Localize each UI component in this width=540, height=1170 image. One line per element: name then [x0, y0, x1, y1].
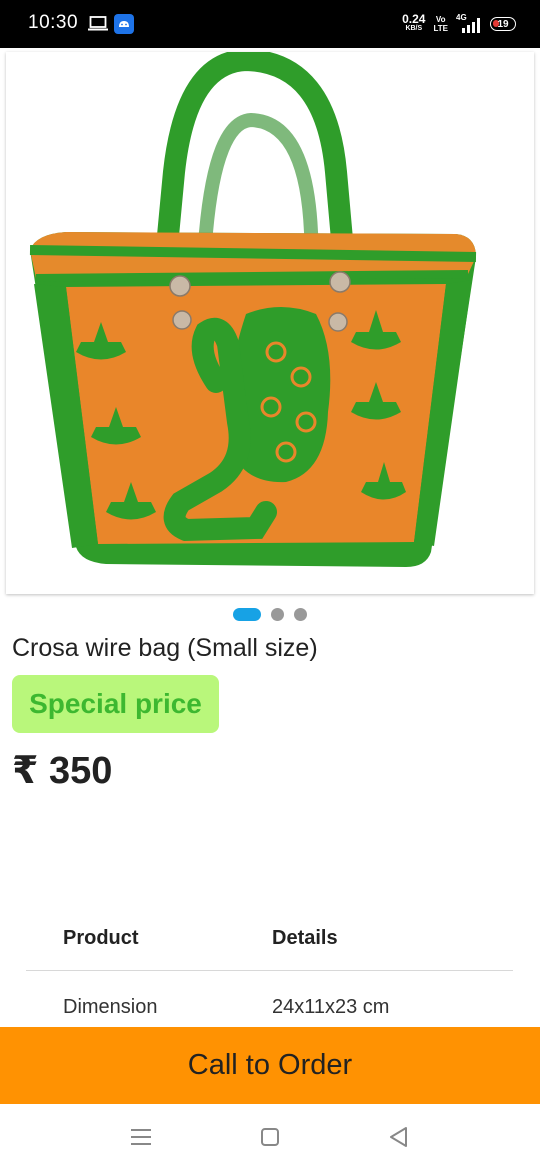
status-bar: 10:30 0.24 KB/S Vo LTE 4G 19: [0, 0, 540, 48]
header-details: Details: [272, 926, 338, 949]
laptop-icon: [88, 16, 108, 31]
details-header: Product Details: [26, 906, 513, 971]
back-icon[interactable]: [388, 1126, 408, 1148]
row-label: Dimension: [63, 995, 158, 1018]
status-indicators: 0.24 KB/S Vo LTE 4G 19: [402, 0, 516, 48]
carousel-dot-active[interactable]: [233, 608, 261, 621]
carousel-dot[interactable]: [271, 608, 284, 621]
header-product: Product: [63, 926, 139, 949]
status-time: 10:30: [28, 12, 79, 33]
carousel-dots: [0, 608, 540, 621]
carousel-dot[interactable]: [294, 608, 307, 621]
battery-icon: 19: [490, 17, 516, 31]
special-price-badge: Special price: [12, 675, 219, 733]
product-price: ₹ 350: [12, 750, 113, 792]
signal-icon: 4G: [456, 13, 482, 34]
system-nav-bar: [0, 1104, 540, 1170]
product-title: Crosa wire bag (Small size): [12, 634, 318, 662]
details-table: Product Details Dimension 24x11x23 cm: [26, 906, 513, 1043]
call-to-order-button[interactable]: Call to Order: [0, 1027, 540, 1104]
volte-indicator: Vo LTE: [433, 15, 448, 33]
home-icon[interactable]: [261, 1128, 279, 1146]
product-image[interactable]: [6, 52, 534, 594]
row-value: 24x11x23 cm: [272, 995, 390, 1018]
network-speed: 0.24 KB/S: [402, 12, 426, 32]
crochet-bag-image: [29, 52, 477, 567]
app-notification-icon: [114, 14, 134, 34]
menu-icon[interactable]: [131, 1128, 151, 1146]
